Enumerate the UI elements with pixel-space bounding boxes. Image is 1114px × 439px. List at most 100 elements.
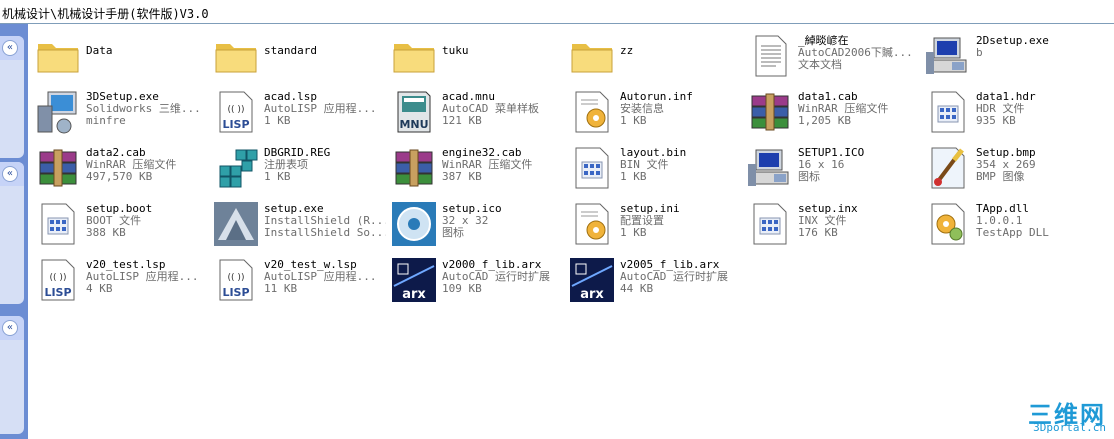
task-pane-2: « (0, 162, 24, 304)
file-name: tuku (442, 45, 469, 57)
task-pane-sidebar: « « « (0, 24, 28, 439)
file-type: WinRAR 压缩文件 (798, 103, 889, 115)
watermark-logo: 三维网 3Dportal.cn (1002, 395, 1106, 435)
file-item[interactable]: SETUP1.ICO 16 x 16 图标 (740, 140, 918, 196)
file-type: Solidworks 三维... (86, 103, 201, 115)
file-item[interactable]: DBGRID.REG 注册表项 1 KB (206, 140, 384, 196)
file-item[interactable]: 2Dsetup.exe b (918, 28, 1096, 84)
file-item[interactable]: layout.bin BIN 文件 1 KB (562, 140, 740, 196)
collapse-button-3[interactable]: « (2, 320, 18, 336)
file-size: 1 KB (620, 171, 647, 183)
setup-computer-icon (746, 144, 794, 192)
file-type: 安装信息 (620, 103, 664, 115)
file-item[interactable]: arx v2005_f_lib.arx AutoCAD 运行时扩展 44 KB (562, 252, 740, 308)
file-item[interactable]: arx v2000_f_lib.arx AutoCAD 运行时扩展 109 KB (384, 252, 562, 308)
file-item[interactable]: (( )) LISP v20_test_w.lsp AutoLISP 应用程... 11… (206, 252, 384, 308)
file-size: TestApp DLL (976, 227, 1049, 239)
file-item[interactable]: setup.inx INX 文件 176 KB (740, 196, 918, 252)
file-item[interactable]: data2.cab WinRAR 压缩文件 497,570 KB (28, 140, 206, 196)
file-size: 1 KB (264, 171, 291, 183)
file-item[interactable]: data1.hdr HDR 文件 935 KB (918, 84, 1096, 140)
svg-text:LISP: LISP (44, 286, 71, 299)
file-name: standard (264, 45, 317, 57)
file-name: setup.inx (798, 203, 858, 215)
lisp-file-icon: (( )) LISP (212, 256, 260, 304)
file-type: InstallShield (R... (264, 215, 386, 227)
config-gear-icon (568, 88, 616, 136)
folder-icon (212, 32, 260, 80)
file-name: TApp.dll (976, 203, 1029, 215)
file-size: 121 KB (442, 115, 482, 127)
collapse-button-2[interactable]: « (2, 166, 18, 182)
file-item[interactable]: data1.cab WinRAR 压缩文件 1,205 KB (740, 84, 918, 140)
watermark-url: 3Dportal.cn (1033, 421, 1106, 434)
file-type: AutoLISP 应用程... (264, 271, 377, 283)
file-name: setup.exe (264, 203, 324, 215)
file-item[interactable]: TApp.dll 1.0.0.1 TestApp DLL (918, 196, 1096, 252)
file-type: AutoCAD 菜单样板 (442, 103, 539, 115)
file-type: 16 x 16 (798, 159, 845, 171)
file-size: 497,570 KB (86, 171, 153, 183)
file-size: BMP 图像 (976, 171, 1025, 183)
file-item[interactable]: zz (562, 28, 740, 84)
file-size: 4 KB (86, 283, 113, 295)
file-item[interactable]: (( )) LISP acad.lsp AutoLISP 应用程... 1 KB (206, 84, 384, 140)
file-size: 1 KB (620, 115, 647, 127)
setup-computer-icon (924, 32, 972, 80)
collapse-button-1[interactable]: « (2, 40, 18, 56)
file-item[interactable]: MNU acad.mnu AutoCAD 菜单样板 121 KB (384, 84, 562, 140)
file-size: 109 KB (442, 283, 482, 295)
file-item[interactable]: Setup.bmp 354 x 269 BMP 图像 (918, 140, 1096, 196)
file-item[interactable]: setup.exe InstallShield (R... InstallShiel… (206, 196, 386, 252)
file-name: DBGRID.REG (264, 147, 331, 159)
file-name: engine32.cab (442, 147, 522, 159)
arx-file-icon: arx (390, 256, 438, 304)
folder-icon (390, 32, 438, 80)
file-item[interactable]: tuku (384, 28, 562, 84)
file-item[interactable]: Autorun.inf 安装信息 1 KB (562, 84, 740, 140)
installshield-icon (212, 200, 260, 248)
file-name: v2000_f_lib.arx (442, 259, 542, 271)
file-type: 1.0.0.1 (976, 215, 1023, 227)
file-type: AutoLISP 应用程... (86, 271, 199, 283)
file-size: 文本文档 (798, 59, 842, 71)
file-item[interactable]: 3DSetup.exe Solidworks 三维... minfre (28, 84, 206, 140)
title-bar: 机械设计\机械设计手册(软件版)V3.0 (0, 0, 1114, 24)
file-item[interactable]: setup.ini 配置设置 1 KB (562, 196, 740, 252)
winrar-archive-icon (390, 144, 438, 192)
svg-text:LISP: LISP (222, 286, 249, 299)
file-name: Data (86, 45, 113, 57)
generic-file-icon (568, 144, 616, 192)
file-item[interactable]: standard (206, 28, 384, 84)
file-item[interactable]: engine32.cab WinRAR 压缩文件 387 KB (384, 140, 562, 196)
arx-file-icon: arx (568, 256, 616, 304)
config-gear-icon (568, 200, 616, 248)
file-item[interactable]: Data (28, 28, 206, 84)
file-name: data1.hdr (976, 91, 1036, 103)
file-type: 32 x 32 (442, 215, 489, 227)
file-item[interactable]: setup.boot BOOT 文件 388 KB (28, 196, 206, 252)
installer-disc-icon (390, 200, 438, 248)
file-list-view: Data standard tuku zz _綽晱嵃在 AutoCAD2006下贓... 文… (28, 24, 1114, 439)
mnu-file-icon: MNU (390, 88, 438, 136)
file-size: InstallShield So... (264, 227, 386, 239)
file-size: 11 KB (264, 283, 298, 295)
file-name: 3DSetup.exe (86, 91, 159, 103)
file-type: BOOT 文件 (86, 215, 142, 227)
file-item[interactable]: setup.ico 32 x 32 图标 (384, 196, 562, 252)
file-size: 387 KB (442, 171, 482, 183)
file-item[interactable]: _綽晱嵃在 AutoCAD2006下贓... 文本文档 (740, 28, 918, 84)
file-size: 1 KB (264, 115, 291, 127)
file-size: 176 KB (798, 227, 838, 239)
file-type: AutoLISP 应用程... (264, 103, 377, 115)
file-type: 注册表项 (264, 159, 308, 171)
file-item[interactable]: (( )) LISP v20_test.lsp AutoLISP 应用程... 4 KB (28, 252, 206, 308)
file-name: Setup.bmp (976, 147, 1036, 159)
file-name: data2.cab (86, 147, 146, 159)
generic-file-icon (34, 200, 82, 248)
file-type: WinRAR 压缩文件 (442, 159, 533, 171)
task-pane-1: « (0, 36, 24, 158)
file-type: AutoCAD2006下贓... (798, 47, 913, 59)
task-pane-3: « (0, 316, 24, 434)
winrar-archive-icon (746, 88, 794, 136)
